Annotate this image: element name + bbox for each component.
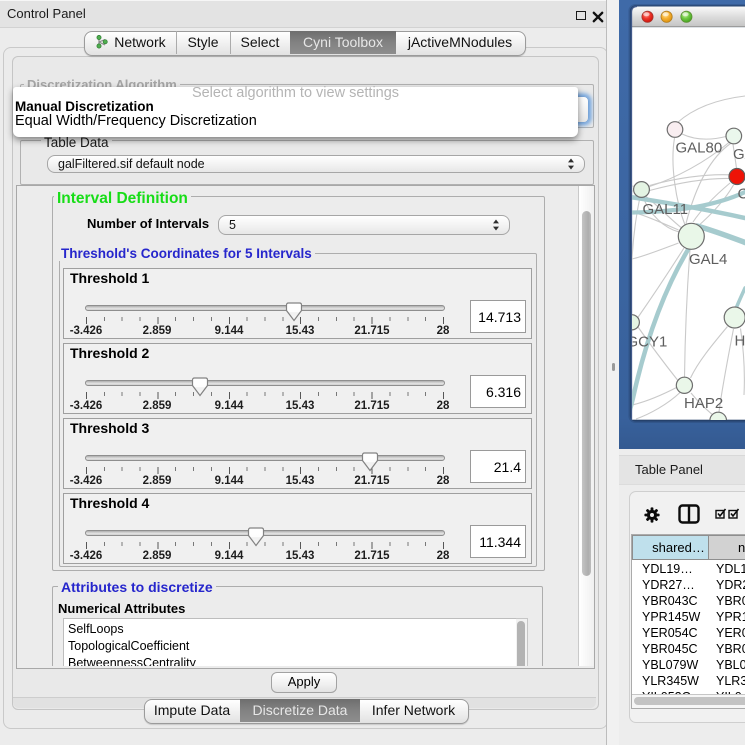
svg-text:GAL80: GAL80 xyxy=(676,140,723,157)
svg-text:H: H xyxy=(735,333,745,350)
svg-text:C: C xyxy=(738,186,745,203)
svg-text:GAL4: GAL4 xyxy=(689,251,727,268)
svg-text:GAL11: GAL11 xyxy=(643,201,689,218)
svg-text:GA: GA xyxy=(733,146,745,163)
svg-text:HAP2: HAP2 xyxy=(684,395,723,412)
svg-text:GCY1: GCY1 xyxy=(627,334,668,351)
